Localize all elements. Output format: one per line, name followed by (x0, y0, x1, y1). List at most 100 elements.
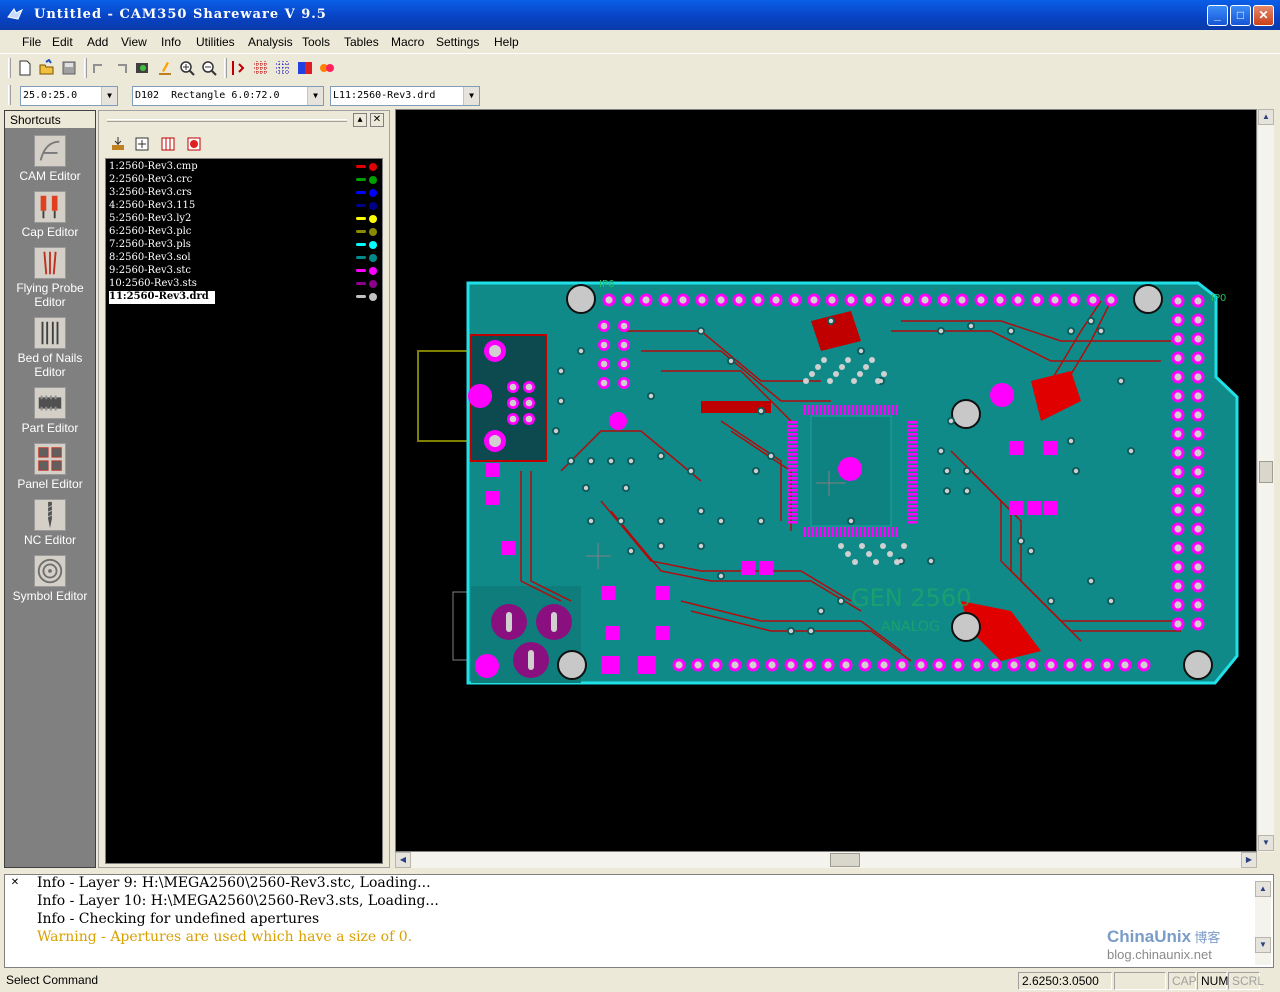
vertical-scrollbar[interactable]: ▲ ▼ (1257, 109, 1274, 852)
chevron-down-icon[interactable]: ▼ (307, 87, 323, 105)
layer-row[interactable]: 1:2560-Rev3.cmp (109, 161, 198, 174)
scroll-right-button[interactable]: ▶ (1241, 852, 1257, 868)
menu-analysis[interactable]: Analysis (248, 35, 293, 49)
layer-color-dot[interactable] (369, 163, 377, 171)
menu-tables[interactable]: Tables (344, 35, 379, 49)
menu-utilities[interactable]: Utilities (196, 35, 235, 49)
pcb-board-view[interactable]: GEN 2560 ANALOG IP6 IP0 (396, 110, 1257, 852)
minimize-button[interactable]: _ (1207, 5, 1228, 26)
close-button[interactable]: ✕ (1253, 5, 1274, 26)
shortcut-nc-editor[interactable]: NC Editor (5, 499, 95, 547)
dot-grid-button[interactable] (274, 59, 294, 78)
layer-list[interactable]: 1:2560-Rev3.cmp 2:2560-Rev3.crc 3:2560-R… (105, 158, 383, 864)
new-file-button[interactable] (16, 59, 36, 78)
layer-row-selected[interactable]: 11:2560-Rev3.drd (109, 291, 215, 304)
redo-button[interactable] (112, 59, 132, 78)
toolbar-grip[interactable] (8, 85, 11, 105)
panel-close-button[interactable]: ✕ (370, 113, 384, 127)
layer-color-dot[interactable] (369, 241, 377, 249)
layer-row[interactable]: 3:2560-Rev3.crs (109, 187, 192, 200)
layer-select[interactable]: L11:2560-Rev3.drd ▼ (330, 86, 480, 106)
save-file-button[interactable] (60, 59, 80, 78)
menu-help[interactable]: Help (494, 35, 519, 49)
grid-button[interactable] (252, 59, 272, 78)
layer-color-dot[interactable] (369, 254, 377, 262)
layer-row[interactable]: 7:2560-Rev3.pls (109, 239, 191, 252)
menu-macro[interactable]: Macro (391, 35, 424, 49)
panel-collapse-button[interactable]: ▴ (353, 113, 367, 127)
shortcut-cam-editor[interactable]: CAM Editor (5, 135, 95, 183)
menu-info[interactable]: Info (161, 35, 181, 49)
shortcut-bed-of-nails-editor[interactable]: Bed of Nails Editor (5, 317, 95, 379)
layer-color-dot[interactable] (369, 228, 377, 236)
layer-row[interactable]: 2:2560-Rev3.crc (109, 174, 192, 187)
scroll-down-button[interactable]: ▼ (1258, 835, 1274, 851)
pcb-canvas[interactable]: GEN 2560 ANALOG IP6 IP0 (395, 109, 1257, 852)
layer-color-dot[interactable] (369, 280, 377, 288)
layer-color-line (356, 178, 366, 181)
open-file-button[interactable] (38, 58, 58, 78)
menu-tools[interactable]: Tools (302, 35, 330, 49)
pcb-pad-large (990, 383, 1014, 407)
grid-select[interactable]: 25.0:25.0 ▼ (20, 86, 118, 106)
layer-row[interactable]: 9:2560-Rev3.stc (109, 265, 191, 278)
layer-color-dot[interactable] (369, 176, 377, 184)
layer-color-dot[interactable] (369, 202, 377, 210)
menu-edit[interactable]: Edit (52, 35, 73, 49)
menu-file[interactable]: File (22, 35, 41, 49)
pcb-drill (880, 661, 888, 669)
close-output-icon[interactable]: ✕ (9, 877, 21, 889)
zoom-out-button[interactable] (200, 59, 220, 78)
output-scrollbar[interactable]: ▲ ▼ (1255, 881, 1271, 965)
ic-pin (787, 517, 797, 520)
layer-color-dot[interactable] (369, 293, 377, 301)
chevron-down-icon[interactable]: ▼ (101, 87, 117, 105)
scroll-up-button[interactable]: ▲ (1255, 881, 1271, 897)
layer-add-button[interactable] (133, 135, 153, 154)
undo-button[interactable] (90, 59, 110, 78)
layer-row[interactable]: 6:2560-Rev3.plc (109, 226, 191, 239)
layer-color-dot[interactable] (369, 215, 377, 223)
shortcut-flying-probe-editor[interactable]: Flying Probe Editor (5, 247, 95, 309)
scroll-down-button[interactable]: ▼ (1255, 937, 1271, 953)
pcb-via-drill (845, 357, 851, 363)
maximize-button[interactable]: □ (1230, 5, 1251, 26)
menu-settings[interactable]: Settings (436, 35, 479, 49)
layer-row[interactable]: 4:2560-Rev3.115 (109, 200, 195, 213)
panel-grip[interactable] (107, 119, 347, 122)
pcb-drill (810, 296, 818, 304)
scroll-left-button[interactable]: ◀ (395, 852, 411, 868)
layer-color-dot[interactable] (369, 267, 377, 275)
scroll-thumb[interactable] (830, 853, 860, 867)
shortcut-symbol-editor[interactable]: Symbol Editor (5, 555, 95, 603)
pcb-via-drill (788, 628, 794, 634)
redraw-button[interactable] (134, 59, 154, 78)
ic-pin (811, 527, 814, 537)
layer-load-button[interactable] (109, 135, 129, 154)
layer-color-button[interactable] (296, 59, 316, 78)
aperture-select[interactable]: D102 Rectangle 6.0:72.0 ▼ (132, 86, 324, 106)
horizontal-scrollbar[interactable]: ◀ ▶ (395, 852, 1257, 868)
shortcut-part-editor[interactable]: Part Editor (5, 387, 95, 435)
layer-delete-button[interactable] (185, 135, 205, 154)
highlight-button[interactable] (318, 59, 338, 78)
snap-button[interactable] (230, 59, 250, 78)
pcb-via-drill (1088, 578, 1094, 584)
layer-row[interactable]: 5:2560-Rev3.ly2 (109, 213, 191, 226)
scroll-up-button[interactable]: ▲ (1258, 109, 1274, 125)
layer-color-line (356, 282, 366, 285)
toolbar-grip[interactable] (8, 58, 11, 78)
menu-view[interactable]: View (121, 35, 147, 49)
menu-add[interactable]: Add (87, 35, 108, 49)
layer-color-dot[interactable] (369, 189, 377, 197)
shortcut-cap-editor[interactable]: Cap Editor (5, 191, 95, 239)
layer-row[interactable]: 8:2560-Rev3.sol (109, 252, 191, 265)
scroll-thumb[interactable] (1259, 461, 1273, 483)
chevron-down-icon[interactable]: ▼ (463, 87, 479, 105)
layer-row[interactable]: 10:2560-Rev3.sts (109, 278, 197, 291)
zoom-window-button[interactable] (156, 59, 176, 78)
zoom-in-button[interactable] (178, 59, 198, 78)
layer-table-button[interactable] (159, 135, 179, 154)
shortcut-panel-editor[interactable]: Panel Editor (5, 443, 95, 491)
pcb-drill (828, 296, 836, 304)
